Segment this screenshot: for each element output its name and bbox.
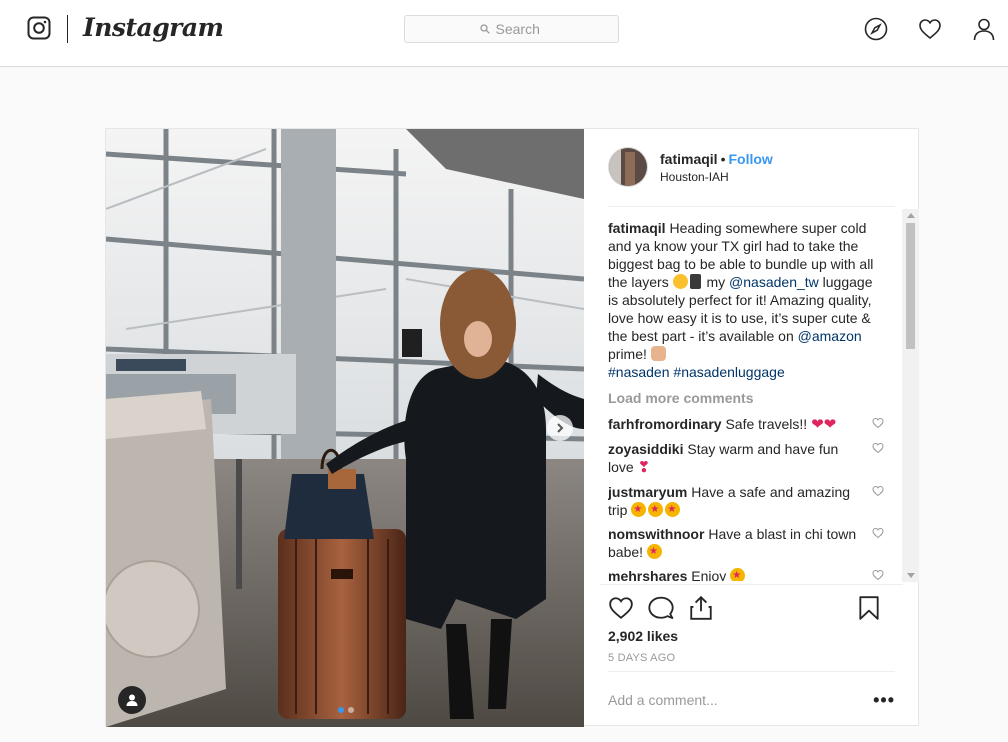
comment-username[interactable]: mehrshares [608, 568, 687, 581]
mention-amazon-link[interactable]: @amazon [798, 328, 862, 344]
comment-username[interactable]: zoyasiddiki [608, 441, 683, 457]
add-comment-input[interactable] [608, 692, 848, 708]
post-photo[interactable] [106, 129, 584, 727]
tagged-user-button[interactable] [118, 686, 146, 714]
comment-username[interactable]: farhfromordinary [608, 416, 722, 432]
laughing-emoji-icon [672, 274, 688, 289]
search-input[interactable] [495, 21, 544, 37]
comment-bubble-icon[interactable] [648, 595, 674, 621]
post-header: fatimaqil • Follow Houston-IAH [608, 129, 895, 207]
star-struck-emoji-icon [648, 501, 664, 519]
comments-list[interactable]: fatimaqil Heading somewhere super cold a… [608, 219, 884, 581]
instagram-camera-icon[interactable] [27, 16, 51, 40]
share-upload-icon[interactable] [688, 595, 714, 621]
author-avatar-image [609, 148, 647, 186]
post-side-panel: fatimaqil • Follow Houston-IAH fatimaqil H… [584, 129, 919, 725]
like-comment-heart-icon[interactable] [872, 417, 884, 429]
comment-text: Safe travels!! [725, 416, 808, 432]
like-comment-heart-icon[interactable] [872, 569, 884, 581]
load-more-comments-button[interactable]: Load more comments [608, 389, 884, 407]
comment-item: justmaryum Have a safe and amazing trip [608, 483, 884, 519]
comment-item: zoyasiddiki Stay warm and have fun love … [608, 440, 884, 477]
activity-heart-icon[interactable] [918, 17, 942, 41]
like-comment-heart-icon[interactable] [872, 527, 884, 539]
post-location[interactable]: Houston-IAH [660, 170, 729, 184]
top-navigation-bar: Instagram [0, 0, 1008, 67]
user-tag-icon [126, 694, 138, 706]
caption-username[interactable]: fatimaqil [608, 220, 666, 236]
comment-username[interactable]: nomswithnoor [608, 526, 704, 542]
author-username[interactable]: fatimaqil [660, 151, 718, 167]
add-comment-section: ••• [608, 671, 895, 725]
author-name-row: fatimaqil • Follow [660, 151, 773, 167]
comment-item: farhfromordinary Safe travels!! ❤❤ [608, 415, 884, 434]
search-box[interactable] [404, 15, 619, 43]
post-actions-bar [600, 584, 903, 624]
carousel-dot-2 [348, 707, 354, 713]
scroll-down-arrow-icon[interactable] [907, 573, 915, 578]
like-comment-heart-icon[interactable] [872, 442, 884, 454]
carousel-dot-1 [338, 707, 344, 713]
star-struck-emoji-icon [631, 501, 647, 519]
red-heart-emoji-icon: ❤ [823, 416, 837, 433]
separator-dot: • [720, 151, 726, 167]
star-struck-emoji-icon [646, 543, 662, 561]
carousel-next-button[interactable] [547, 415, 573, 441]
hashtag-nasadenluggage-link[interactable]: #nasadenluggage [673, 364, 784, 380]
star-struck-emoji-icon [730, 567, 746, 581]
brand-divider [67, 15, 68, 43]
comment-username[interactable]: justmaryum [608, 484, 687, 500]
like-comment-heart-icon[interactable] [872, 485, 884, 497]
mention-nasaden-link[interactable]: @nasaden_tw [729, 274, 819, 290]
raised-hands-emoji-icon [650, 346, 666, 361]
chevron-right-icon [557, 423, 564, 433]
scrollbar-thumb[interactable] [906, 223, 915, 349]
save-bookmark-icon[interactable] [856, 595, 882, 621]
red-heart-emoji-icon: ❤ [811, 416, 824, 433]
like-heart-icon[interactable] [608, 595, 634, 621]
carousel-indicator [338, 707, 354, 713]
instagram-wordmark-logo[interactable]: Instagram [83, 13, 224, 42]
luggage-emoji-icon [689, 274, 701, 289]
post-card: fatimaqil • Follow Houston-IAH fatimaqil H… [105, 128, 919, 727]
search-icon [479, 24, 490, 34]
comment-item: mehrshares Enjoy [608, 567, 884, 581]
post-timestamp[interactable]: 5 DAYS AGO [608, 652, 675, 664]
comment-item: nomswithnoor Have a blast in chi town ba… [608, 525, 884, 561]
comment-text: Enjoy [691, 568, 727, 581]
scroll-up-arrow-icon[interactable] [907, 213, 915, 218]
star-struck-emoji-icon [665, 501, 681, 519]
hashtag-nasaden-link[interactable]: #nasaden [608, 364, 670, 380]
caption: fatimaqil Heading somewhere super cold a… [608, 219, 884, 381]
caption-text-2: my [706, 274, 726, 290]
comments-scrollbar[interactable] [902, 209, 919, 582]
more-options-button[interactable]: ••• [873, 690, 895, 711]
explore-compass-icon[interactable] [864, 17, 888, 41]
airport-photo-illustration [106, 129, 584, 727]
heart-exclamation-emoji-icon: ❣ [637, 459, 651, 476]
author-avatar[interactable] [608, 147, 648, 187]
caption-text-4: prime! [608, 346, 647, 362]
likes-count[interactable]: 2,902 likes [608, 628, 678, 644]
follow-button[interactable]: Follow [728, 151, 772, 167]
profile-person-icon[interactable] [972, 17, 996, 41]
